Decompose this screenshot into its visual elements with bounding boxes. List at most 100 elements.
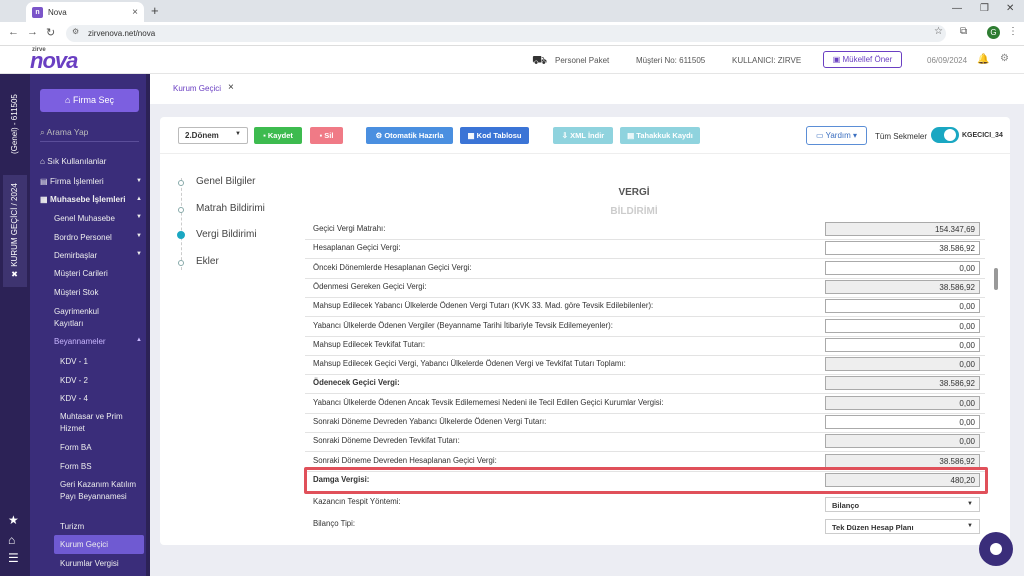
forward-icon[interactable]: →: [27, 26, 38, 38]
chevron-up-icon: ▲: [136, 196, 142, 202]
dropdown-label: Kazancın Tespit Yöntemi:: [313, 497, 401, 506]
sidebar-beyan-turizm[interactable]: Turizm: [60, 521, 142, 533]
step-genel-bilgiler[interactable]: Genel Bilgiler: [196, 176, 255, 187]
sidebar-beyan-form-ba[interactable]: Form BA: [60, 442, 142, 454]
row-value-input[interactable]: 0,00: [825, 337, 980, 352]
row-label: Mahsup Edilecek Yabancı Ülkelerde Ödenen…: [313, 301, 654, 311]
sidebar-item-firma[interactable]: ▤ Firma İşlemleri ▼: [40, 176, 142, 187]
row-divider: [305, 316, 985, 318]
sidebar-beyan-kdv2[interactable]: KDV - 2: [60, 375, 142, 387]
sidebar-sub-genel-muhasebe[interactable]: Genel Muhasebe ▼: [54, 214, 142, 223]
back-icon[interactable]: ←: [8, 26, 19, 38]
extensions-icon[interactable]: ⧉: [960, 26, 967, 37]
row-value-input[interactable]: 0,00: [825, 299, 980, 314]
site-info-icon[interactable]: ⚙: [72, 27, 79, 36]
sidebar-sub-musteri-stok[interactable]: Müşteri Stok: [54, 288, 142, 297]
otomatik-hazirla-button[interactable]: ⚙ Otomatik Hazırla: [366, 127, 453, 144]
hamburger-icon[interactable]: ☰: [8, 551, 19, 565]
nova-favicon-icon: n: [32, 6, 43, 18]
row-value-input[interactable]: 154.347,69: [825, 222, 980, 236]
chevron-down-icon: ▼: [136, 178, 142, 184]
settings-gear-icon[interactable]: ⚙: [1000, 53, 1009, 64]
kurum-gecici-vertical-tab[interactable]: ✖ KURUM GEÇİCİ / 2024: [3, 175, 27, 287]
sidebar-sub-beyannameler[interactable]: Beyannameler ▲: [54, 337, 142, 346]
favorites-star-icon[interactable]: ★: [8, 513, 19, 527]
sidebar-beyan-form-bs[interactable]: Form BS: [60, 461, 142, 473]
firma-sec-button[interactable]: ⌂ Firma Seç: [40, 89, 139, 112]
xml-indir-button[interactable]: ⇩ XML İndir: [553, 127, 613, 144]
tab-close-icon[interactable]: ×: [132, 7, 138, 18]
row-value-input[interactable]: 0,00: [825, 395, 980, 410]
tahakkuk-label: Tahakkuk Kaydı: [636, 131, 693, 140]
sidebar-sub-bordro[interactable]: Bordro Personel ▼: [54, 233, 142, 242]
row-value-input[interactable]: 38.586,92: [825, 453, 980, 468]
dropdown-select[interactable]: Tek Düzen Hesap Planı ▼: [825, 519, 980, 534]
chevron-down-icon: ▼: [967, 523, 973, 529]
row-value-input[interactable]: 0,00: [825, 318, 980, 333]
step-vergi-bildirimi[interactable]: Vergi Bildirimi: [196, 229, 257, 240]
step-ekler[interactable]: Ekler: [196, 256, 219, 267]
row-label: Mahsup Edilecek Tevkifat Tutarı:: [313, 339, 426, 349]
browser-tab[interactable]: n Nova ×: [26, 2, 144, 22]
url-input[interactable]: zirvenova.net/nova: [66, 25, 946, 42]
sidebar-item-favorites[interactable]: ⌂ Sık Kullanılanlar: [40, 157, 142, 166]
sidebar-sub-demirbaslar[interactable]: Demirbaşlar ▼: [54, 251, 142, 260]
minimize-icon[interactable]: —: [952, 3, 962, 14]
new-tab-icon[interactable]: +: [151, 3, 159, 18]
breadcrumb-close-icon[interactable]: ×: [228, 82, 234, 93]
kod-tablosu-button[interactable]: ▦ Kod Tablosu: [460, 127, 529, 144]
close-window-icon[interactable]: ✕: [1006, 3, 1014, 14]
row-divider: [305, 393, 985, 395]
section-title-1: VERGİ: [618, 187, 650, 198]
tahakkuk-kaydi-button[interactable]: ▤ Tahakkuk Kaydı: [620, 127, 700, 144]
form-scrollbar[interactable]: [994, 268, 998, 290]
sidebar-item-muhasebe[interactable]: ▦ Muhasebe İşlemleri ▲: [40, 194, 142, 205]
row-value-input[interactable]: 0,00: [825, 260, 980, 275]
row-value-input[interactable]: 38.586,92: [825, 241, 980, 256]
row-divider: [305, 258, 985, 260]
sidebar-beyan-muhtasar[interactable]: Muhtasar ve Prim Hizmet: [60, 411, 138, 434]
row-value-input[interactable]: 38.586,92: [825, 279, 980, 294]
row-value-input[interactable]: 38.586,92: [825, 376, 980, 391]
breadcrumb-tab[interactable]: Kurum Geçici: [173, 84, 221, 93]
header-date: 06/09/2024: [927, 56, 968, 65]
nova-logo[interactable]: nova: [30, 48, 78, 74]
sidebar-beyan-kurum-gecici[interactable]: Kurum Geçici: [54, 535, 144, 554]
sidebar-beyan-kurumlar-vergisi[interactable]: Kurumlar Vergisi: [60, 558, 142, 570]
sidebar-sub-musteri-carileri[interactable]: Müşteri Carileri: [54, 269, 142, 278]
package-icon: ⛟: [532, 53, 548, 67]
genel-vertical-label[interactable]: (Genel) - 611505: [3, 80, 27, 168]
browser-menu-icon[interactable]: ⋮: [1008, 26, 1018, 37]
kullanici-label: KULLANICI: ZIRVE: [732, 56, 802, 65]
bell-icon[interactable]: 🔔: [977, 54, 989, 65]
dropdown-select[interactable]: Bilanço ▼: [825, 497, 980, 512]
row-value-input[interactable]: 0,00: [825, 415, 980, 429]
row-divider: [305, 239, 985, 240]
sidebar-beyan-geri-kazanim[interactable]: Geri Kazanım Katılım Payı Beyannamesi: [60, 479, 140, 502]
toggle-knob: [944, 129, 956, 141]
kaydet-button[interactable]: ▪ Kaydet: [254, 127, 302, 144]
sidebar-sub-label: Demirbaşlar: [54, 251, 98, 260]
yardim-button[interactable]: ▭ Yardım ▾: [806, 126, 867, 145]
sidebar-sub-gayrimenkul[interactable]: Gayrimenkul Kayıtları: [54, 306, 114, 329]
sil-button[interactable]: ▪ Sil: [310, 127, 343, 144]
donem-select[interactable]: 2.Dönem ▼: [178, 127, 248, 144]
bank-icon[interactable]: ⌂: [8, 533, 15, 547]
row-label: Sonraki Döneme Devreden Tevkifat Tutarı:: [313, 436, 460, 446]
dropdown-label: Bilanço Tipi:: [313, 519, 356, 528]
reload-icon[interactable]: ↻: [46, 26, 55, 39]
profile-avatar[interactable]: G: [987, 26, 1000, 39]
toolbar-divider: [160, 153, 1010, 154]
mukellef-oner-button[interactable]: ▣ Mükellef Öner: [823, 51, 902, 68]
section-title: VERGİ BİLDİRİMİ: [602, 183, 666, 221]
row-value-input[interactable]: 0,00: [825, 357, 980, 372]
sidebar-beyan-kdv1[interactable]: KDV - 1: [60, 356, 142, 368]
bookmark-star-icon[interactable]: ☆: [934, 26, 943, 37]
row-value-input[interactable]: 0,00: [825, 434, 980, 449]
step-dot: [178, 207, 184, 213]
row-label: Sonraki Döneme Devreden Yabancı Ülkelerd…: [313, 417, 547, 426]
sidebar-search[interactable]: ⌕ Arama Yap: [40, 127, 139, 142]
sidebar-beyan-kdv4[interactable]: KDV - 4: [60, 393, 142, 405]
step-matrah-bildirimi[interactable]: Matrah Bildirimi: [196, 203, 265, 214]
maximize-icon[interactable]: ❐: [980, 3, 989, 14]
